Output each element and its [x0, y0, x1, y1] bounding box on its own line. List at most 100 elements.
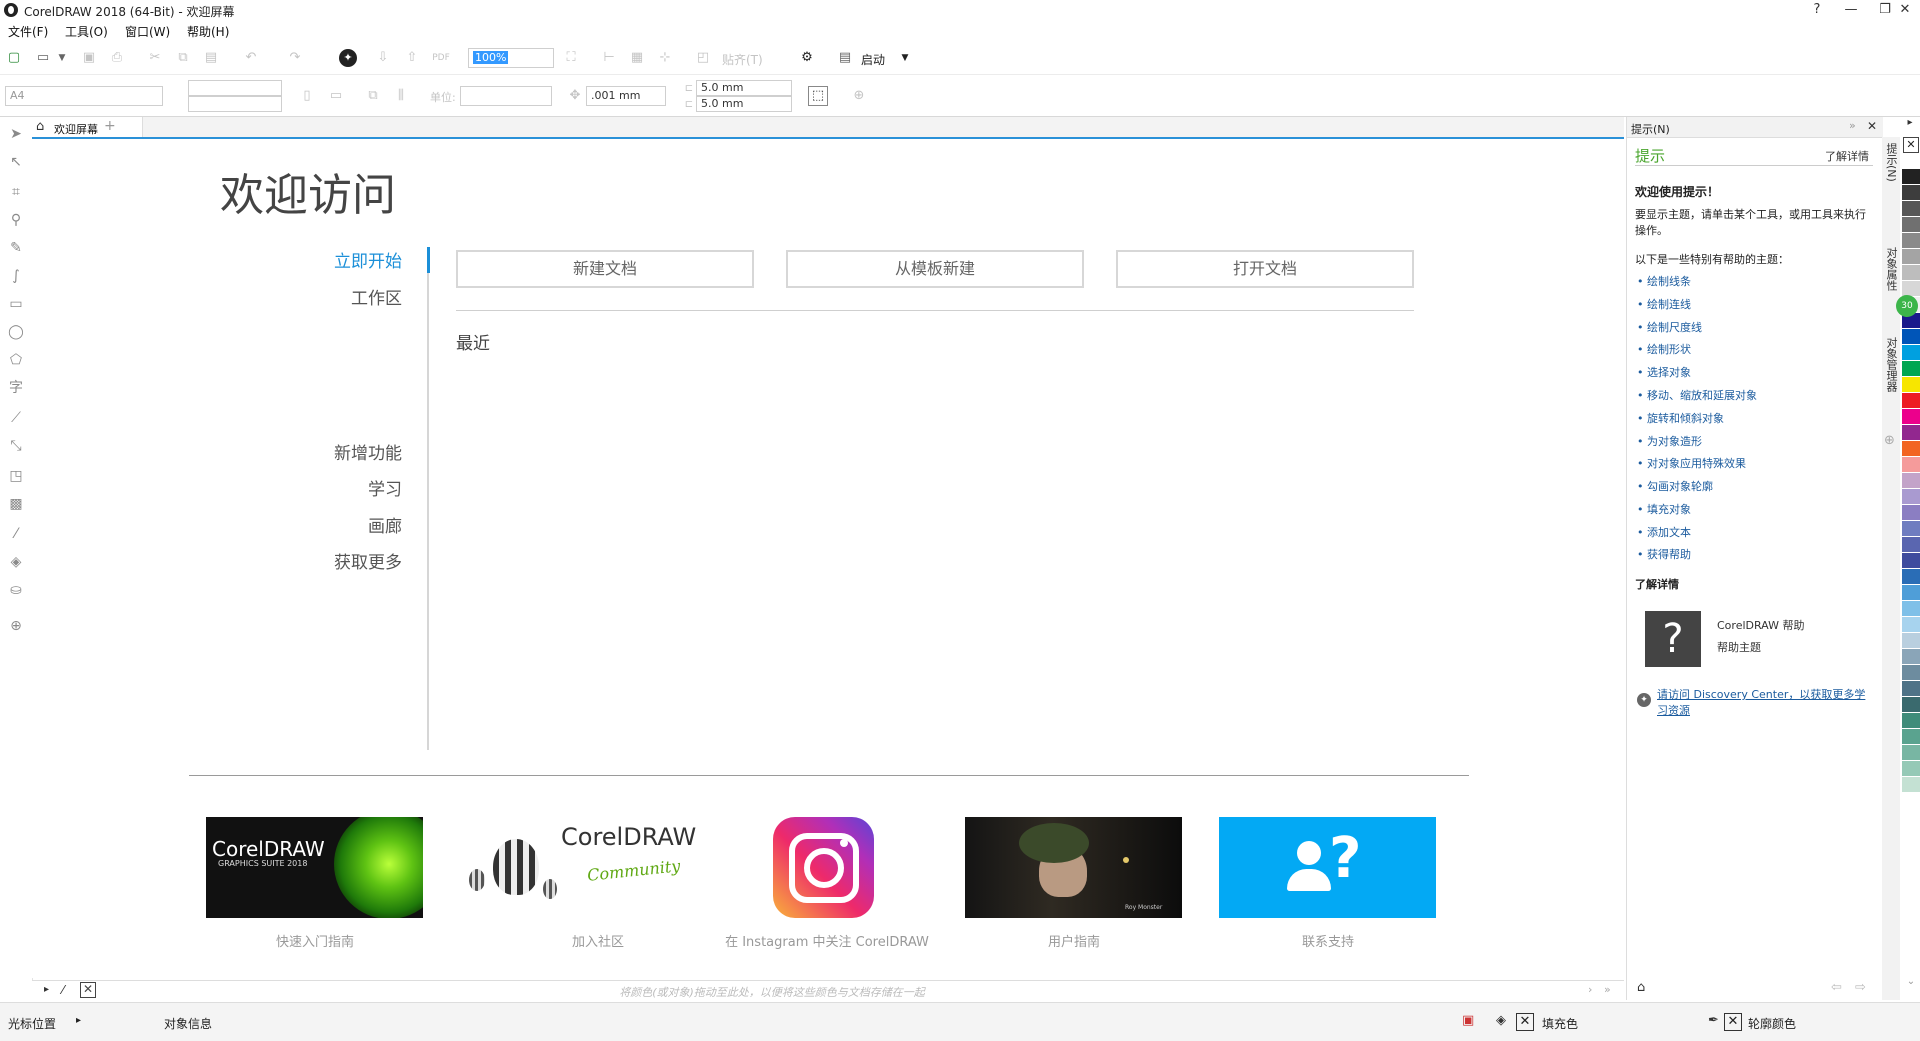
palette-end-icon[interactable]: » [1604, 983, 1611, 996]
hint-topic[interactable]: • 勾画对象轮廓 [1637, 478, 1713, 494]
notification-badge[interactable]: 30 [1896, 295, 1918, 317]
help-window-button[interactable]: ? [1800, 0, 1834, 20]
color-swatch[interactable] [1902, 617, 1920, 633]
launch-label[interactable]: 启动 [861, 51, 885, 68]
menu-file[interactable]: 文件(F) [8, 23, 48, 40]
open-document-button[interactable]: 打开文档 [1116, 250, 1414, 288]
color-swatch[interactable] [1902, 425, 1920, 441]
portrait-icon[interactable]: ▯ [298, 87, 316, 105]
hint-topic[interactable]: • 为对象造形 [1637, 433, 1702, 449]
color-swatch[interactable] [1902, 441, 1920, 457]
nav-get-started[interactable]: 立即开始 [252, 247, 402, 272]
community-tile[interactable]: CorelDRAW Community [459, 817, 696, 918]
nav-gallery[interactable]: 画廊 [252, 512, 402, 537]
freehand-tool-icon[interactable]: ✎ [7, 239, 25, 257]
vtab-hints[interactable]: 提示(N) [1883, 143, 1899, 182]
color-swatch[interactable] [1902, 649, 1920, 665]
vtab-object-properties[interactable]: 对象属性 [1883, 247, 1899, 291]
open-folder-icon[interactable]: ▭ [34, 49, 52, 67]
color-swatch[interactable] [1902, 521, 1920, 537]
text-tool-icon[interactable]: 字 [7, 379, 25, 397]
hint-topic[interactable]: • 移动、缩放和延展对象 [1637, 387, 1757, 403]
color-swatch[interactable] [1902, 473, 1920, 489]
color-swatch[interactable] [1902, 345, 1920, 361]
smart-fill-icon[interactable]: ⛀ [7, 581, 25, 599]
connector-tool-icon[interactable]: ⤡ [7, 437, 25, 455]
cut-icon[interactable]: ✂ [146, 49, 164, 67]
pick-tool-icon[interactable]: ➤ [7, 125, 25, 143]
cursor-menu-arrow-icon[interactable]: ▸ [76, 1015, 81, 1026]
hint-topic[interactable]: • 绘制线条 [1637, 273, 1691, 289]
ellipse-tool-icon[interactable]: ◯ [7, 323, 25, 341]
open-dropdown-icon[interactable]: ▼ [53, 49, 71, 67]
launch-icon[interactable]: ▤ [836, 49, 854, 67]
color-swatch[interactable] [1902, 233, 1920, 249]
color-swatch[interactable] [1902, 633, 1920, 649]
zoom-tool-icon[interactable]: ⚲ [7, 211, 25, 229]
color-swatch[interactable] [1902, 585, 1920, 601]
instagram-logo-icon[interactable] [773, 817, 874, 918]
nav-whats-new[interactable]: 新增功能 [252, 439, 402, 464]
all-pages-icon[interactable]: ⧉ [364, 87, 382, 105]
color-swatch[interactable] [1902, 569, 1920, 585]
docker-close-icon[interactable]: ✕ [1867, 119, 1877, 133]
color-swatch[interactable] [1902, 185, 1920, 201]
color-swatch[interactable] [1902, 537, 1920, 553]
paste-icon[interactable]: ▤ [202, 49, 220, 67]
color-swatch[interactable] [1902, 777, 1920, 793]
shape-tool-icon[interactable]: ↖ [7, 153, 25, 171]
hint-topic[interactable]: • 填充对象 [1637, 501, 1691, 517]
color-swatch[interactable] [1902, 745, 1920, 761]
show-rulers-icon[interactable]: ⊢ [600, 49, 618, 67]
new-document-button[interactable]: 新建文档 [456, 250, 754, 288]
docker-forward-icon[interactable]: ⇨ [1855, 980, 1866, 995]
redo-icon[interactable]: ↷ [286, 49, 304, 67]
docker-expand-icon[interactable]: » [1849, 119, 1856, 132]
quick-start-caption[interactable]: 快速入门指南 [185, 931, 445, 950]
palette-scroll-down-icon[interactable]: ⌄ [1902, 976, 1920, 987]
vtab-object-manager[interactable]: 对象管理器 [1883, 337, 1899, 392]
hint-topic[interactable]: • 绘制尺度线 [1637, 319, 1702, 335]
discovery-center-link[interactable]: 请访问 Discovery Center，以获取更多学习资源 [1657, 687, 1875, 719]
color-swatch[interactable] [1902, 169, 1920, 185]
publish-pdf-icon[interactable]: PDF [432, 49, 450, 67]
snap-to-label[interactable]: 贴齐(T) [722, 51, 763, 68]
user-guide-tile[interactable]: Roy Monster [965, 817, 1182, 918]
tab-welcome-screen[interactable]: ⌂ 欢迎屏幕 [32, 117, 143, 137]
interactive-fill-icon[interactable]: ◈ [7, 553, 25, 571]
menu-tools[interactable]: 工具(O) [65, 23, 108, 40]
new-document-icon[interactable]: ▢ [5, 49, 23, 67]
zoom-level-dropdown[interactable]: 100% [468, 48, 554, 68]
color-swatch[interactable] [1902, 729, 1920, 745]
duplicate-y-field[interactable]: 5.0 mm [696, 96, 792, 112]
add-tool-icon[interactable]: ⊕ [7, 617, 25, 635]
drop-shadow-icon[interactable]: ◳ [7, 467, 25, 485]
docker-back-icon[interactable]: ⇦ [1831, 980, 1842, 995]
color-swatch[interactable] [1902, 409, 1920, 425]
help-subtitle[interactable]: 帮助主题 [1717, 639, 1761, 655]
no-fill-swatch[interactable]: ✕ [1903, 137, 1919, 153]
palette-scroll-right-icon[interactable]: › [1588, 983, 1592, 996]
hint-topic[interactable]: • 添加文本 [1637, 524, 1691, 540]
treat-as-filled-icon[interactable]: ⬚ [808, 86, 828, 106]
color-swatch[interactable] [1902, 377, 1920, 393]
copy-icon[interactable]: ⧉ [174, 49, 192, 67]
crop-tool-icon[interactable]: ⌗ [7, 183, 25, 201]
nudge-distance-field[interactable]: .001 mm [586, 86, 666, 106]
new-from-template-button[interactable]: 从模板新建 [786, 250, 1084, 288]
color-swatch[interactable] [1902, 489, 1920, 505]
export-icon[interactable]: ⇧ [403, 49, 421, 67]
page-width-field[interactable] [188, 80, 282, 96]
hint-topic[interactable]: • 获得帮助 [1637, 546, 1691, 562]
color-swatch[interactable] [1902, 681, 1920, 697]
artistic-media-icon[interactable]: ∫ [7, 267, 25, 285]
eyedropper-icon[interactable]: ⁄ [7, 525, 25, 543]
nav-get-more[interactable]: 获取更多 [252, 548, 402, 573]
palette-flyout-arrow-icon[interactable]: ▸ [1900, 112, 1920, 134]
color-swatch[interactable] [1902, 201, 1920, 217]
color-proof-icon[interactable]: ▣ [1462, 1013, 1474, 1028]
quick-start-tile[interactable]: CorelDRAW GRAPHICS SUITE 2018 [206, 817, 423, 918]
full-screen-icon[interactable]: ⛶ [562, 49, 580, 67]
snap-icon[interactable]: ◰ [694, 49, 712, 67]
landscape-icon[interactable]: ▭ [327, 87, 345, 105]
